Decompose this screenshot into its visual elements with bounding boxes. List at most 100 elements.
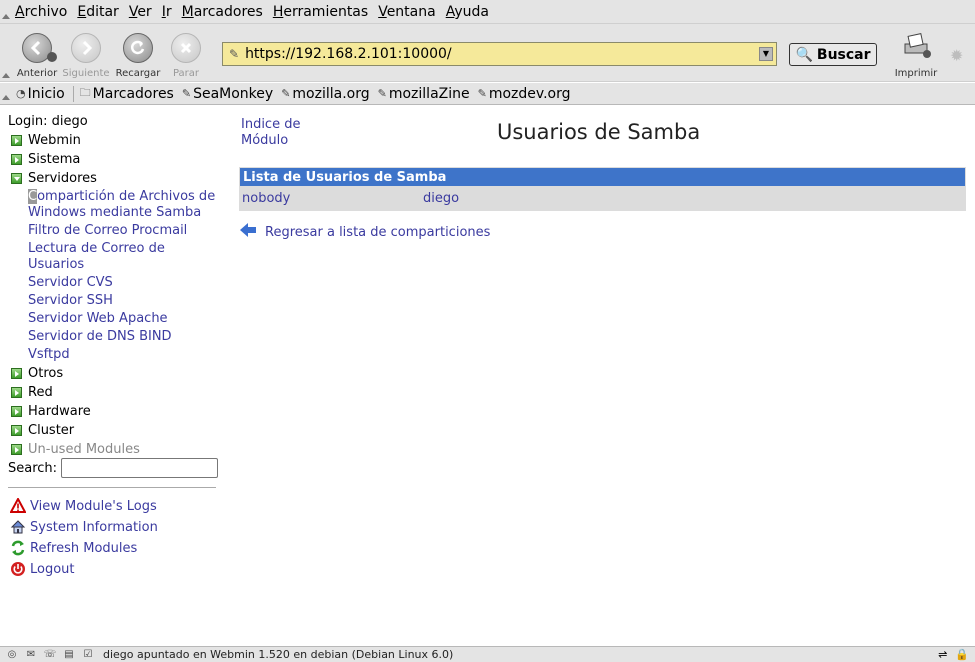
- module-apache[interactable]: Servidor Web Apache: [28, 311, 223, 327]
- expand-icon: [11, 406, 22, 417]
- navbar-grip[interactable]: [0, 24, 10, 82]
- module-user-mail[interactable]: Lectura de Correo de Usuarios: [28, 241, 223, 273]
- url-bar[interactable]: ✎ https://192.168.2.101:10000/ ▼: [222, 42, 777, 66]
- forward-button[interactable]: Siguiente: [60, 30, 112, 80]
- menu-marcadores[interactable]: Marcadores: [177, 4, 268, 20]
- home-label: Inicio: [27, 85, 65, 102]
- navigator-icon[interactable]: ◎: [5, 649, 19, 661]
- online-status-icon[interactable]: ⇌: [938, 648, 947, 661]
- category-hardware[interactable]: Hardware: [11, 404, 91, 419]
- webmin-sidebar: Login: diego Webmin Sistema Servidores C…: [0, 106, 230, 646]
- url-text[interactable]: https://192.168.2.101:10000/: [245, 46, 452, 62]
- url-history-dropdown-icon[interactable]: ▼: [759, 47, 773, 61]
- printer-icon: [901, 32, 931, 58]
- system-information-label: System Information: [30, 519, 158, 535]
- module-procmail[interactable]: Filtro de Correo Procmail: [28, 223, 223, 239]
- category-sistema[interactable]: Sistema: [11, 152, 80, 167]
- bookmark-mozilla-org[interactable]: ✎ mozilla.org: [281, 86, 369, 102]
- bookmark-label: SeaMonkey: [193, 85, 274, 102]
- menu-ayuda[interactable]: Ayuda: [441, 4, 494, 20]
- mail-icon[interactable]: ✉: [24, 649, 38, 661]
- bookmark-mozillazine[interactable]: ✎ mozillaZine: [378, 86, 470, 102]
- menu-ir[interactable]: Ir: [157, 4, 177, 20]
- category-label: Webmin: [28, 133, 81, 148]
- bookmarks-grip[interactable]: [0, 83, 10, 104]
- category-label: Sistema: [28, 152, 81, 167]
- warning-icon: [10, 498, 26, 514]
- category-servidores[interactable]: Servidores: [11, 171, 97, 186]
- module-index-link[interactable]: Indice de Módulo: [241, 117, 311, 149]
- user-link-nobody[interactable]: nobody: [242, 191, 290, 206]
- back-dropdown-icon[interactable]: [47, 52, 57, 62]
- module-vsftpd[interactable]: Vsftpd: [28, 347, 223, 363]
- category-label: Red: [28, 385, 53, 400]
- module-search: Search:: [8, 458, 219, 478]
- arrow-right-icon: [82, 40, 93, 56]
- module-ssh[interactable]: Servidor SSH: [28, 293, 223, 309]
- stop-label: Parar: [172, 68, 200, 79]
- view-logs-link[interactable]: View Module's Logs: [10, 498, 157, 514]
- refresh-modules-link[interactable]: Refresh Modules: [10, 540, 137, 556]
- module-cvs[interactable]: Servidor CVS: [28, 275, 223, 291]
- return-to-shares-link[interactable]: Regresar a lista de comparticiones: [239, 222, 490, 242]
- logout-label: Logout: [30, 561, 75, 577]
- category-red[interactable]: Red: [11, 385, 53, 400]
- menu-herramientas[interactable]: Herramientas: [268, 4, 373, 20]
- search-input[interactable]: [61, 458, 219, 478]
- bookmark-mozdev[interactable]: ✎ mozdev.org: [478, 86, 571, 102]
- user-link-diego[interactable]: diego: [423, 191, 459, 206]
- composer-icon[interactable]: ▤: [62, 649, 76, 661]
- system-information-link[interactable]: System Information: [10, 519, 158, 535]
- bookmark-label: mozilla.org: [292, 85, 370, 102]
- left-arrow-icon: [239, 222, 257, 242]
- status-text: diego apuntado en Webmin 1.520 en debian…: [103, 648, 454, 661]
- forward-label: Siguiente: [62, 68, 110, 79]
- home-button[interactable]: ◔ Inicio: [16, 86, 65, 102]
- table-header: Lista de Usuarios de Samba: [239, 167, 966, 187]
- expand-icon: [11, 154, 22, 165]
- expand-icon: [11, 387, 22, 398]
- reload-button[interactable]: Recargar: [112, 30, 164, 80]
- search-button[interactable]: 🔍 Buscar: [789, 43, 877, 66]
- category-label: Cluster: [28, 423, 75, 438]
- bookmark-label: mozillaZine: [388, 85, 470, 102]
- bookmark-seamonkey[interactable]: ✎ SeaMonkey: [182, 86, 273, 102]
- bookmark-icon: ✎: [377, 87, 387, 100]
- folder-icon: 🗀: [79, 86, 91, 99]
- menu-ventana[interactable]: Ventana: [373, 4, 441, 20]
- bookmarks-toolbar: ◔ Inicio 🗀 Marcadores ✎ SeaMonkey ✎ mozi…: [0, 83, 975, 105]
- category-unused-modules[interactable]: Un-used Modules: [11, 442, 140, 457]
- bookmark-label: mozdev.org: [488, 85, 571, 102]
- lock-icon[interactable]: 🔒: [955, 648, 969, 661]
- menu-ver[interactable]: Ver: [124, 4, 157, 20]
- bookmark-icon: ✎: [477, 87, 487, 100]
- module-bind[interactable]: Servidor de DNS BIND: [28, 329, 223, 345]
- reload-label: Recargar: [115, 68, 161, 79]
- stop-button[interactable]: Parar: [160, 30, 212, 80]
- bookmark-icon: ✎: [281, 87, 291, 100]
- main-content: Indice de Módulo Usuarios de Samba Lista…: [238, 106, 975, 646]
- category-webmin[interactable]: Webmin: [11, 133, 81, 148]
- home-icon: ◔: [16, 87, 26, 100]
- samba-users-table: Lista de Usuarios de Samba nobody diego: [239, 167, 966, 211]
- menu-editar[interactable]: Editar: [72, 4, 123, 20]
- module-samba[interactable]: Compartición de Archivos de Windows medi…: [28, 189, 223, 221]
- category-cluster[interactable]: Cluster: [11, 423, 74, 438]
- refresh-modules-label: Refresh Modules: [30, 540, 138, 556]
- category-label: Servidores: [28, 171, 97, 186]
- search-label: Search:: [8, 460, 58, 476]
- addressbook-icon[interactable]: ☑: [81, 649, 95, 661]
- status-bar: ◎ ✉ ☏ ▤ ☑ diego apuntado en Webmin 1.520…: [0, 646, 975, 662]
- chat-icon[interactable]: ☏: [43, 649, 57, 661]
- logout-link[interactable]: Logout: [10, 561, 75, 577]
- print-button[interactable]: Imprimir: [888, 30, 944, 80]
- menu-archivo[interactable]: Archivo: [10, 4, 72, 20]
- back-button[interactable]: Anterior: [11, 30, 63, 80]
- menubar-grip[interactable]: [0, 0, 10, 23]
- category-otros[interactable]: Otros: [11, 366, 63, 381]
- view-logs-label: View Module's Logs: [30, 498, 157, 514]
- bookmarks-folder-label: Marcadores: [92, 85, 174, 102]
- status-indicators: ⇌ 🔒: [938, 648, 969, 661]
- bookmarks-folder[interactable]: 🗀 Marcadores: [80, 84, 174, 103]
- throbber-gear-icon: ✹: [950, 46, 964, 65]
